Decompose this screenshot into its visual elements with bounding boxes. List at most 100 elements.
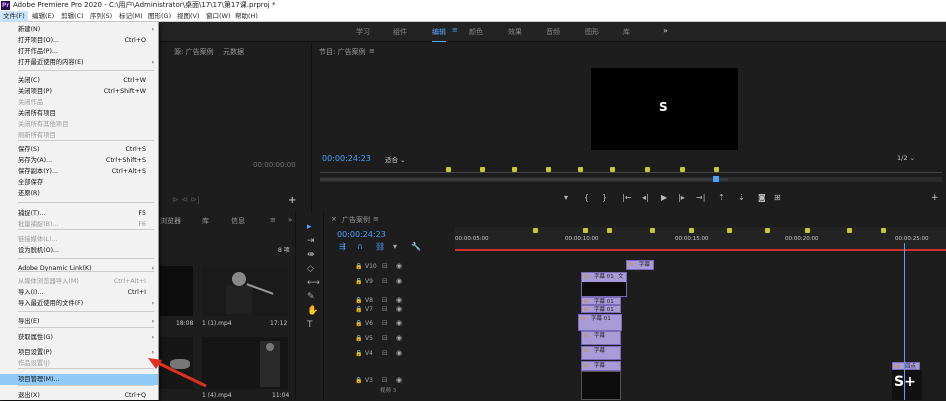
- type-tool-icon[interactable]: T: [307, 320, 313, 330]
- menu-item[interactable]: 关闭(C) Ctrl+W: [0, 75, 158, 86]
- more-panels-icon[interactable]: »: [288, 216, 292, 224]
- timeline-clip[interactable]: 字幕: [581, 346, 621, 360]
- lock-icon[interactable]: 🔒: [355, 297, 362, 304]
- timeline-close-icon[interactable]: ×: [331, 215, 337, 223]
- menu-item[interactable]: 另存为(A)... Ctrl+Shift+S: [0, 155, 158, 166]
- marker[interactable]: [607, 228, 612, 233]
- workspace-audio[interactable]: 音频: [546, 27, 560, 37]
- sync-lock-icon[interactable]: ⊟: [382, 319, 388, 327]
- go-to-out-icon[interactable]: →|: [696, 193, 705, 202]
- sync-lock-icon[interactable]: ⊟: [382, 334, 388, 342]
- settings-wrench-icon[interactable]: 🔧: [411, 242, 421, 251]
- lock-icon[interactable]: 🔒: [355, 320, 362, 327]
- menu-item[interactable]: 打开最近使用的内容(E) ›: [0, 57, 158, 68]
- menu-graphics[interactable]: 图形(G): [145, 11, 174, 22]
- camera-icon[interactable]: ◙: [758, 193, 766, 202]
- media-thumbnail[interactable]: [202, 266, 288, 316]
- lift-icon[interactable]: ⇡: [718, 193, 725, 202]
- workspace-color[interactable]: 颜色: [469, 27, 483, 37]
- marker[interactable]: [533, 228, 538, 233]
- add-marker-icon[interactable]: ▾: [564, 193, 568, 202]
- menu-item[interactable]: 导入(I)... Ctrl+I: [0, 287, 158, 298]
- tab-info[interactable]: 信息: [231, 216, 245, 226]
- go-to-in-icon[interactable]: |←: [622, 193, 631, 202]
- timeline-ruler[interactable]: 00:00:05:00 00:00:10:00 00:00:15:00 00:0…: [455, 227, 946, 249]
- timeline-clip[interactable]: 字幕: [581, 331, 621, 345]
- step-forward-icon[interactable]: |▸: [678, 193, 685, 202]
- track-header[interactable]: 🔒 V6 ⊟ ◉: [325, 318, 455, 332]
- workspace-graphics[interactable]: 图形: [585, 27, 599, 37]
- timeline-menu-icon[interactable]: ≡: [373, 215, 379, 223]
- track-header[interactable]: 🔒 V9 ⊟ ◉: [325, 276, 455, 290]
- marker[interactable]: [714, 167, 719, 172]
- marker[interactable]: [805, 228, 810, 233]
- menu-item[interactable]: 全部保存: [0, 177, 158, 188]
- tab-browser[interactable]: 浏览器: [160, 216, 181, 226]
- slip-tool-icon[interactable]: ⟷: [307, 278, 320, 288]
- razor-tool-icon[interactable]: ◇: [307, 264, 314, 274]
- play-icon[interactable]: ▶: [661, 193, 667, 202]
- step-back-icon[interactable]: ◂|: [642, 193, 649, 202]
- selection-tool-icon[interactable]: ▸: [307, 222, 312, 232]
- fit-dropdown[interactable]: 适合 ⌄: [385, 154, 406, 164]
- media-thumbnail[interactable]: [160, 266, 193, 316]
- eye-icon[interactable]: ◉: [396, 262, 402, 270]
- track-header[interactable]: 🔒 V5 ⊟ ◉: [325, 333, 455, 347]
- timeline-clip[interactable]: 四点: [892, 362, 920, 370]
- tab-program[interactable]: 节目: 广告案例: [319, 47, 366, 57]
- menu-item[interactable]: 项目设置(P) ›: [0, 347, 158, 358]
- eye-icon[interactable]: ◉: [396, 334, 402, 342]
- workspace-learn[interactable]: 学习: [356, 27, 370, 37]
- add-icon[interactable]: +: [288, 195, 296, 206]
- workspace-menu-icon[interactable]: ≡: [452, 26, 458, 34]
- menu-item[interactable]: 导出(E) ›: [0, 316, 158, 327]
- track-header[interactable]: 🔒 V7 ⊟ ◉: [325, 304, 455, 318]
- program-menu-icon[interactable]: ≡: [369, 47, 375, 55]
- menu-item[interactable]: 导入最近使用的文件(F) ›: [0, 298, 158, 309]
- marker[interactable]: [512, 167, 517, 172]
- menu-marker[interactable]: 标记(M): [116, 11, 146, 22]
- add-marker-icon[interactable]: ▾: [393, 242, 397, 251]
- tab-timeline-sequence[interactable]: 广告案例: [342, 215, 370, 225]
- linked-selection-icon[interactable]: ⛓: [375, 242, 385, 251]
- menu-window[interactable]: 窗口(W): [203, 11, 234, 22]
- program-ruler[interactable]: [320, 167, 942, 185]
- lock-icon[interactable]: 🔒: [355, 263, 362, 270]
- add-button-icon[interactable]: +: [931, 193, 939, 203]
- marker[interactable]: [689, 228, 694, 233]
- marker[interactable]: [765, 228, 770, 233]
- menu-item[interactable]: 还原(R): [0, 188, 158, 199]
- lock-icon[interactable]: 🔒: [355, 278, 362, 285]
- eye-icon[interactable]: ◉: [396, 376, 402, 384]
- menu-view[interactable]: 视图(V): [174, 11, 203, 22]
- lock-icon[interactable]: 🔒: [355, 350, 362, 357]
- sync-lock-icon[interactable]: ⊟: [382, 296, 388, 304]
- menu-item[interactable]: 保存(S) Ctrl+S: [0, 144, 158, 155]
- hand-tool-icon[interactable]: ✋: [307, 306, 318, 316]
- eye-icon[interactable]: ◉: [396, 296, 402, 304]
- menu-item[interactable]: 捕捉(T)... F5: [0, 208, 158, 219]
- marker[interactable]: [446, 167, 451, 172]
- timeline-clip[interactable]: 字幕 01: [578, 314, 622, 331]
- snap-icon[interactable]: ∩: [357, 242, 363, 251]
- workspace-editing[interactable]: 编辑: [432, 27, 446, 42]
- timeline-clip[interactable]: 字幕: [626, 260, 654, 270]
- tab-metadata[interactable]: 元数据: [223, 47, 244, 57]
- menu-sequence[interactable]: 序列(S): [87, 11, 115, 22]
- sync-lock-icon[interactable]: ⊟: [382, 305, 388, 313]
- marker[interactable]: [650, 228, 655, 233]
- eye-icon[interactable]: ◉: [396, 277, 402, 285]
- timeline-playhead[interactable]: [904, 243, 905, 400]
- ripple-edit-tool-icon[interactable]: ⇼: [307, 250, 315, 260]
- menu-item[interactable]: 关闭所有项目: [0, 108, 158, 119]
- track-header[interactable]: 🔒 V10 ⊟ ◉: [325, 261, 455, 275]
- marker[interactable]: [881, 228, 886, 233]
- button-editor-icon[interactable]: ⊞: [774, 193, 781, 202]
- track-select-tool-icon[interactable]: ⇥: [307, 236, 315, 246]
- marker[interactable]: [480, 167, 485, 172]
- lock-icon[interactable]: 🔒: [355, 377, 362, 384]
- menu-item[interactable]: 设为脱机(O)...: [0, 245, 158, 256]
- nest-icon[interactable]: ⇶: [339, 242, 346, 251]
- media-thumbnail[interactable]: [202, 337, 288, 389]
- workspace-assembly[interactable]: 组件: [393, 27, 407, 37]
